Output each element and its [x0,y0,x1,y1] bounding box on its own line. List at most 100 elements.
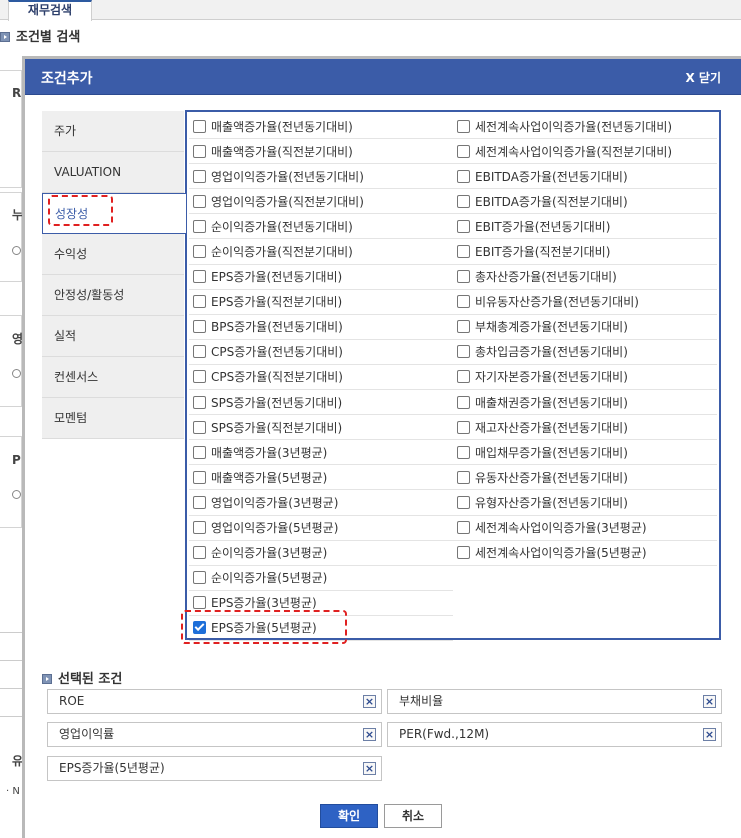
category-item[interactable]: 실적 [42,316,184,357]
checkbox-checked[interactable] [193,621,206,635]
category-item[interactable]: 모멘텀 [42,398,184,439]
checkbox[interactable] [457,219,470,233]
condition-option[interactable]: EPS증가율(5년평균) [189,616,453,641]
condition-option[interactable]: SPS증가율(직전분기대비) [189,415,453,441]
checkbox[interactable] [457,345,470,359]
condition-option[interactable]: BPS증가율(전년동기대비) [189,315,453,340]
condition-option[interactable]: EPS증가율(전년동기대비) [189,265,453,290]
tab-financial-search[interactable]: 재무검색 [8,0,92,21]
remove-condition-icon[interactable]: × [703,728,716,741]
condition-option[interactable]: 매출액증가율(3년평균) [189,440,453,466]
background-tab-bar: 재무검색 [0,0,741,21]
condition-option[interactable]: 세전계속사업이익증가율(직전분기대비) [453,139,717,165]
category-item-growth[interactable]: 성장성 [42,193,186,234]
condition-option[interactable]: 순이익증가율(전년동기대비) [189,214,453,240]
confirm-button[interactable]: 확인 [320,804,378,828]
checkbox[interactable] [193,219,206,233]
condition-option[interactable]: EBIT증가율(직전분기대비) [453,239,717,265]
selected-condition: 부채비율 × [387,689,722,714]
condition-option[interactable]: EPS증가율(직전분기대비) [189,290,453,315]
condition-option[interactable]: 영업이익증가율(직전분기대비) [189,189,453,215]
checkbox[interactable] [193,270,206,284]
checkbox[interactable] [457,169,470,183]
condition-option[interactable]: 순이익증가율(직전분기대비) [189,239,453,265]
checkbox[interactable] [193,119,206,133]
condition-option[interactable]: EPS증가율(3년평균) [189,591,453,616]
category-item[interactable]: 주가 [42,111,184,152]
condition-option[interactable]: 세전계속사업이익증가율(전년동기대비) [453,114,717,140]
condition-option[interactable]: CPS증가율(직전분기대비) [189,365,453,391]
category-item[interactable]: 컨센서스 [42,357,184,398]
condition-option[interactable]: 영업이익증가율(전년동기대비) [189,164,453,190]
checkbox[interactable] [193,571,206,585]
checkbox[interactable] [193,470,206,484]
checkbox[interactable] [457,144,470,158]
condition-option[interactable]: 매입채무증가율(전년동기대비) [453,440,717,466]
condition-option[interactable]: EBITDA증가율(전년동기대비) [453,164,717,190]
checkbox[interactable] [193,546,206,560]
checkbox[interactable] [457,521,470,535]
condition-option[interactable]: 순이익증가율(3년평균) [189,541,453,566]
remove-condition-icon[interactable]: × [363,762,376,775]
condition-option[interactable]: EBIT증가율(전년동기대비) [453,214,717,240]
remove-condition-icon[interactable]: × [363,728,376,741]
checkbox[interactable] [193,144,206,158]
condition-option[interactable]: 유형자산증가율(전년동기대비) [453,490,717,516]
condition-option[interactable]: 영업이익증가율(5년평균) [189,516,453,541]
condition-option[interactable]: 세전계속사업이익증가율(3년평균) [453,516,717,541]
condition-option[interactable]: 세전계속사업이익증가율(5년평균) [453,541,717,566]
condition-option[interactable]: 재고자산증가율(전년동기대비) [453,415,717,441]
checkbox[interactable] [193,395,206,409]
condition-option[interactable]: 매출액증가율(5년평균) [189,465,453,491]
condition-option[interactable]: 부채총계증가율(전년동기대비) [453,315,717,340]
condition-option[interactable]: SPS증가율(전년동기대비) [189,390,453,416]
checkbox[interactable] [457,470,470,484]
condition-option[interactable]: 매출액증가율(직전분기대비) [189,139,453,165]
checkbox[interactable] [457,495,470,509]
checkbox[interactable] [457,270,470,284]
condition-option[interactable]: CPS증가율(전년동기대비) [189,340,453,365]
category-item[interactable]: VALUATION [42,152,184,193]
condition-option[interactable]: 비유동자산증가율(전년동기대비) [453,290,717,315]
checkbox[interactable] [457,420,470,434]
checkbox[interactable] [193,370,206,384]
checkbox[interactable] [193,495,206,509]
checkbox[interactable] [193,245,206,259]
condition-option[interactable]: 영업이익증가율(3년평균) [189,490,453,516]
condition-option[interactable]: 총자산증가율(전년동기대비) [453,265,717,290]
checkbox[interactable] [193,445,206,459]
condition-option[interactable]: 자기자본증가율(전년동기대비) [453,365,717,391]
checkbox[interactable] [457,370,470,384]
checkbox[interactable] [457,245,470,259]
remove-condition-icon[interactable]: × [703,695,716,708]
condition-option[interactable]: 매출액증가율(전년동기대비) [189,114,453,140]
checkbox[interactable] [193,295,206,309]
category-item[interactable]: 안정성/활동성 [42,275,184,316]
checkbox[interactable] [193,320,206,334]
selected-condition-label: PER(Fwd.,12M) [399,727,490,741]
checkbox[interactable] [193,169,206,183]
checkbox[interactable] [193,521,206,535]
close-button[interactable]: X 닫기 [685,69,721,86]
condition-option-label: 재고자산증가율(전년동기대비) [475,420,628,435]
checkbox[interactable] [457,395,470,409]
checkbox[interactable] [457,546,470,560]
checkbox[interactable] [193,345,206,359]
category-item[interactable]: 수익성 [42,234,184,275]
condition-option[interactable]: EBITDA증가율(직전분기대비) [453,189,717,215]
condition-option[interactable]: 유동자산증가율(전년동기대비) [453,465,717,491]
checkbox[interactable] [457,445,470,459]
checkbox[interactable] [457,119,470,133]
checkbox[interactable] [193,420,206,434]
dialog-header: 조건추가 X 닫기 [25,59,741,95]
cancel-button[interactable]: 취소 [384,804,442,828]
checkbox[interactable] [457,194,470,208]
condition-option[interactable]: 매출채권증가율(전년동기대비) [453,390,717,416]
remove-condition-icon[interactable]: × [363,695,376,708]
checkbox[interactable] [457,295,470,309]
checkbox[interactable] [193,194,206,208]
checkbox[interactable] [193,596,206,610]
checkbox[interactable] [457,320,470,334]
condition-option[interactable]: 총차입금증가율(전년동기대비) [453,340,717,365]
condition-option[interactable]: 순이익증가율(5년평균) [189,566,453,591]
